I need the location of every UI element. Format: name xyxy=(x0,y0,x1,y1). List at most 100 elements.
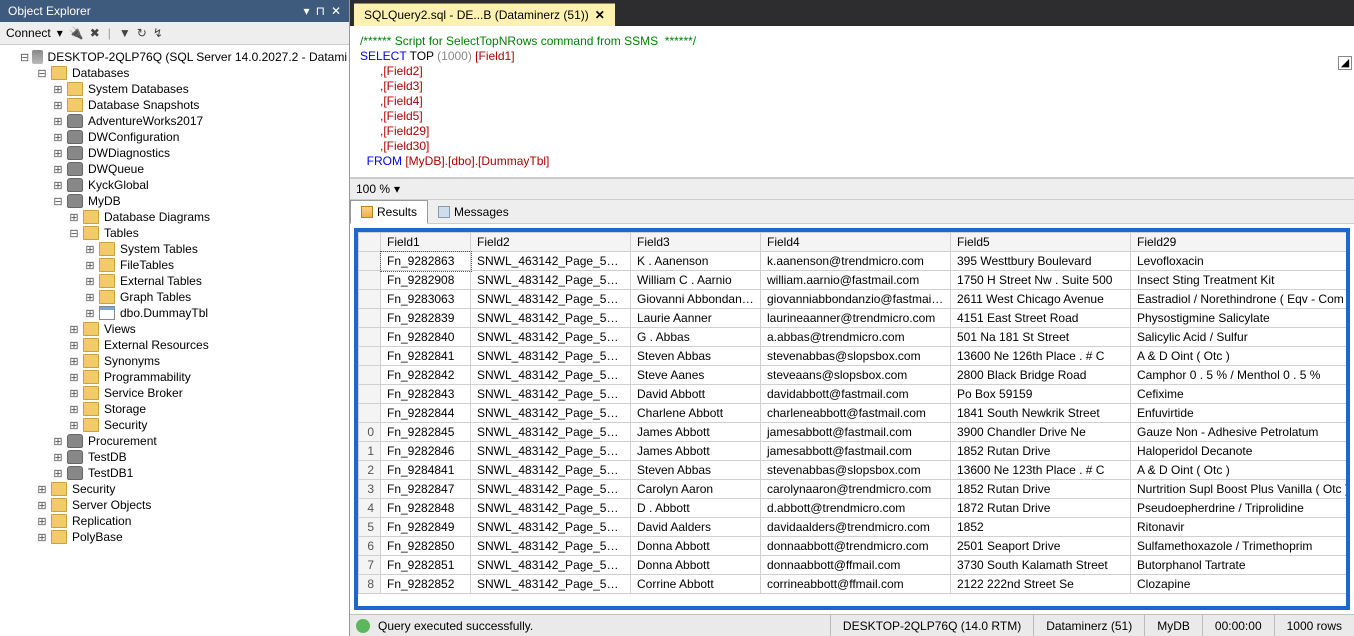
expand-icon[interactable]: ⊞ xyxy=(84,259,96,272)
cell[interactable]: 3730 South Kalamath Street xyxy=(951,556,1131,575)
cell[interactable]: Fn_9282846 xyxy=(381,442,471,461)
cell[interactable]: SNWL_483142_Page_5658 xyxy=(471,404,631,423)
table-row[interactable]: Fn_9282908SNWL_483142_Page_5567William C… xyxy=(359,271,1351,290)
db-adventureworks[interactable]: AdventureWorks2017 xyxy=(86,114,205,128)
expand-icon[interactable]: ⊞ xyxy=(68,371,80,384)
tab-close-icon[interactable]: ✕ xyxy=(595,8,605,22)
security-node[interactable]: Security xyxy=(70,482,117,496)
cell[interactable]: James Abbott xyxy=(631,423,761,442)
cell[interactable]: 6 xyxy=(359,537,381,556)
expand-icon[interactable]: ⊞ xyxy=(36,515,48,528)
cell[interactable]: giovanniabbondanzio@fastmail.com xyxy=(761,290,951,309)
cell[interactable]: k.aanenson@trendmicro.com xyxy=(761,252,951,271)
cell[interactable]: Pseudoepherdrine / Triprolidine xyxy=(1131,499,1351,518)
expand-icon[interactable]: ⊞ xyxy=(52,83,64,96)
cell[interactable]: Fn_9282908 xyxy=(381,271,471,290)
cell[interactable]: donnaabbott@ffmail.com xyxy=(761,556,951,575)
table-row[interactable]: 7Fn_9282851SNWL_483142_Page_5659Donna Ab… xyxy=(359,556,1351,575)
programmability-node[interactable]: Programmability xyxy=(102,370,193,384)
expand-icon[interactable]: ⊞ xyxy=(36,531,48,544)
db-dwdiag[interactable]: DWDiagnostics xyxy=(86,146,172,160)
toolbar-sync-icon[interactable]: ↯ xyxy=(153,26,163,40)
db-dwqueue[interactable]: DWQueue xyxy=(86,162,146,176)
cell[interactable] xyxy=(359,366,381,385)
expand-icon[interactable]: ⊟ xyxy=(68,227,80,240)
expand-icon[interactable]: ⊟ xyxy=(20,51,29,64)
cell[interactable]: Fn_9282841 xyxy=(381,347,471,366)
cell[interactable]: Fn_9282848 xyxy=(381,499,471,518)
table-dummaytbl[interactable]: dbo.DummayTbl xyxy=(118,306,210,320)
table-row[interactable]: 6Fn_9282850SNWL_483142_Page_5659Donna Ab… xyxy=(359,537,1351,556)
system-databases-node[interactable]: System Databases xyxy=(86,82,191,96)
cell[interactable]: Clozapine xyxy=(1131,575,1351,594)
cell[interactable]: Fn_9282839 xyxy=(381,309,471,328)
cell[interactable]: 1 xyxy=(359,442,381,461)
column-header[interactable]: Field3 xyxy=(631,233,761,252)
expand-icon[interactable]: ⊞ xyxy=(52,131,64,144)
cell[interactable]: Fn_9282852 xyxy=(381,575,471,594)
cell[interactable]: Fn_9282840 xyxy=(381,328,471,347)
cell[interactable]: 13600 Ne 126th Place . # C xyxy=(951,347,1131,366)
server-objects-node[interactable]: Server Objects xyxy=(70,498,153,512)
graph-tables-node[interactable]: Graph Tables xyxy=(118,290,193,304)
cell[interactable]: 5 xyxy=(359,518,381,537)
cell[interactable]: Salicylic Acid / Sulfur xyxy=(1131,328,1351,347)
cell[interactable]: David Abbott xyxy=(631,385,761,404)
cell[interactable]: william.aarnio@fastmail.com xyxy=(761,271,951,290)
expand-icon[interactable]: ⊞ xyxy=(84,275,96,288)
cell[interactable]: Carolyn Aaron xyxy=(631,480,761,499)
cell[interactable]: 1852 Rutan Drive xyxy=(951,442,1131,461)
cell[interactable]: 1852 xyxy=(951,518,1131,537)
expand-icon[interactable]: ⊞ xyxy=(68,403,80,416)
expand-icon[interactable]: ⊞ xyxy=(84,291,96,304)
expand-icon[interactable]: ⊞ xyxy=(52,115,64,128)
cell[interactable]: Ritonavir xyxy=(1131,518,1351,537)
cell[interactable]: Physostigmine Salicylate xyxy=(1131,309,1351,328)
cell[interactable]: Steve Aanes xyxy=(631,366,761,385)
cell[interactable] xyxy=(359,404,381,423)
cell[interactable]: Fn_9283063 xyxy=(381,290,471,309)
tables-node[interactable]: Tables xyxy=(102,226,141,240)
db-security-node[interactable]: Security xyxy=(102,418,149,432)
table-row[interactable]: Fn_9282841SNWL_483142_Page_5658Steven Ab… xyxy=(359,347,1351,366)
cell[interactable]: SNWL_483142_Page_5659 xyxy=(471,480,631,499)
table-row[interactable]: 3Fn_9282847SNWL_483142_Page_5659Carolyn … xyxy=(359,480,1351,499)
cell[interactable]: Fn_9282849 xyxy=(381,518,471,537)
table-row[interactable]: 2Fn_9284841SNWL_483142_Page_5658Steven A… xyxy=(359,461,1351,480)
expand-icon[interactable]: ⊞ xyxy=(68,211,80,224)
cell[interactable]: 1872 Rutan Drive xyxy=(951,499,1131,518)
zoom-level[interactable]: 100 % xyxy=(356,182,390,196)
cell[interactable]: Corrine Abbott xyxy=(631,575,761,594)
cell[interactable]: Steven Abbas xyxy=(631,347,761,366)
cell[interactable]: Po Box 59159 xyxy=(951,385,1131,404)
cell[interactable]: SNWL_483142_Page_5588 xyxy=(471,290,631,309)
cell[interactable]: 2800 Black Bridge Road xyxy=(951,366,1131,385)
table-row[interactable]: Fn_9282863SNWL_463142_Page_5661K . Aanen… xyxy=(359,252,1351,271)
cell[interactable]: Camphor 0 . 5 % / Menthol 0 . 5 % xyxy=(1131,366,1351,385)
table-row[interactable]: 4Fn_9282848SNWL_483142_Page_5659D . Abbo… xyxy=(359,499,1351,518)
toolbar-disconnect-icon[interactable]: ✖ xyxy=(90,26,100,40)
cell[interactable]: Fn_9282847 xyxy=(381,480,471,499)
cell[interactable] xyxy=(359,309,381,328)
filetables-node[interactable]: FileTables xyxy=(118,258,176,272)
cell[interactable]: 4151 East Street Road xyxy=(951,309,1131,328)
cell[interactable] xyxy=(359,271,381,290)
cell[interactable]: carolynaaron@trendmicro.com xyxy=(761,480,951,499)
cell[interactable] xyxy=(359,328,381,347)
external-resources-node[interactable]: External Resources xyxy=(102,338,211,352)
cell[interactable]: SNWL_483142_Page_5659 xyxy=(471,499,631,518)
column-header[interactable]: Field4 xyxy=(761,233,951,252)
table-row[interactable]: Fn_9282839SNWL_483142_Page_5658Laurie Aa… xyxy=(359,309,1351,328)
cell[interactable]: SNWL_483142_Page_5658 xyxy=(471,309,631,328)
table-row[interactable]: 0Fn_9282845SNWL_483142_Page_5658James Ab… xyxy=(359,423,1351,442)
cell[interactable]: Haloperidol Decanote xyxy=(1131,442,1351,461)
cell[interactable]: jamesabbott@fastmail.com xyxy=(761,442,951,461)
cell[interactable]: SNWL_483142_Page_5658 xyxy=(471,385,631,404)
panel-dropdown-icon[interactable]: ▾ xyxy=(304,4,310,18)
expand-icon[interactable]: ⊞ xyxy=(84,307,96,320)
cell[interactable]: d.abbott@trendmicro.com xyxy=(761,499,951,518)
table-row[interactable]: Fn_9282842SNWL_483142_Page_5658Steve Aan… xyxy=(359,366,1351,385)
expand-icon[interactable]: ⊞ xyxy=(36,499,48,512)
databases-node[interactable]: Databases xyxy=(70,66,131,80)
cell[interactable] xyxy=(359,385,381,404)
